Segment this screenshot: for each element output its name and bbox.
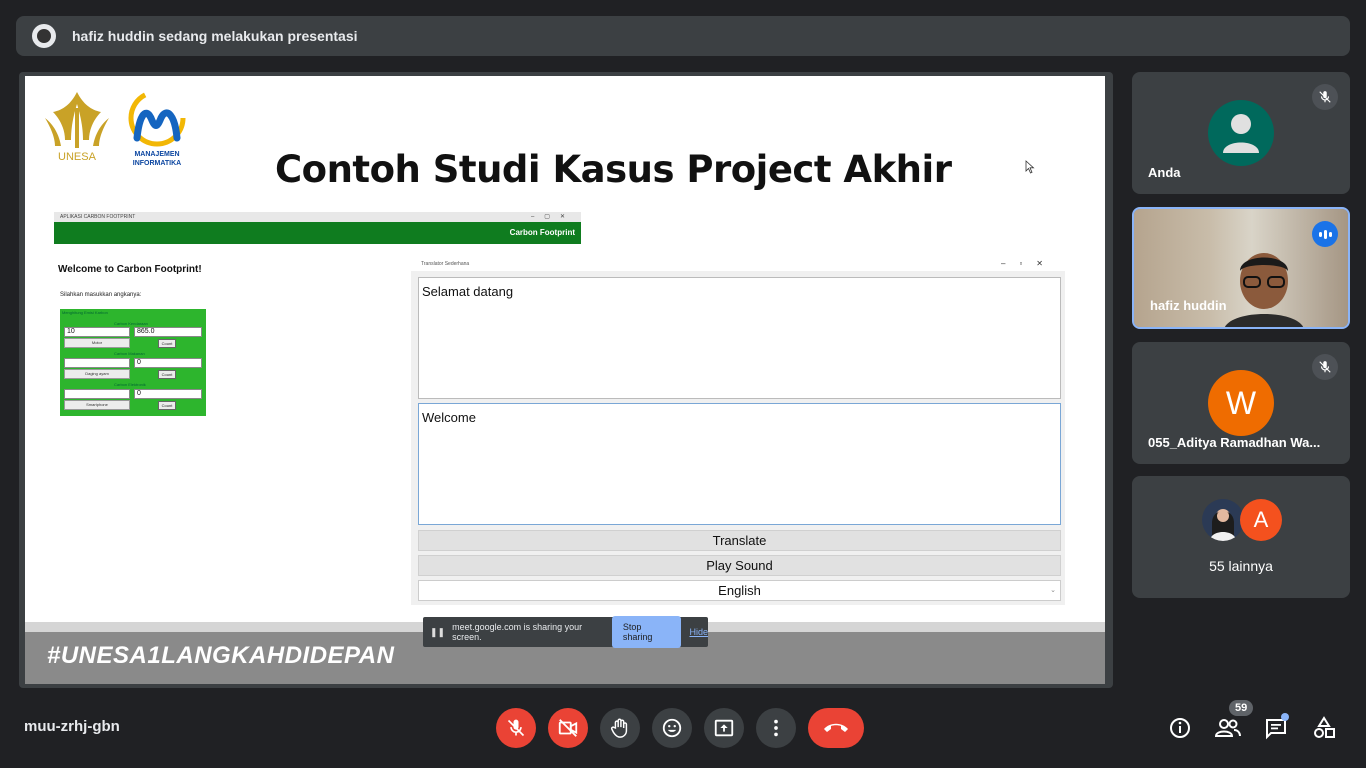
stop-sharing-button[interactable]: Stop sharing [611,616,682,648]
people-button[interactable] [1214,714,1242,742]
presenter-banner: hafiz huddin sedang melakukan presentasi [16,16,1350,56]
mic-off-icon [1312,84,1338,110]
language-select-value: English [718,583,761,598]
reactions-button[interactable] [652,708,692,748]
slide-footer-hashtag: #UNESA1LANGKAHDIDEPAN [47,642,395,669]
present-screen-icon [714,719,734,737]
carbon-app-header: Carbon Footprint [54,222,581,244]
activities-icon [1314,716,1335,738]
participant-video-person [1225,253,1303,327]
window-controls-icon[interactable]: –▫✕ [1001,257,1057,271]
participant-name: Anda [1148,165,1181,180]
mic-off-icon [1312,354,1338,380]
elektronik-result[interactable]: 0 [134,389,202,399]
leave-call-button[interactable] [808,708,864,748]
carbon-panel-title: Menghitung Emisi Karbon [62,310,108,315]
avatar: W [1208,370,1274,436]
participant-count-badge: 59 [1229,700,1254,716]
participant-tile-self[interactable]: Anda [1132,72,1350,194]
meeting-code: muu-zrhj-gbn [24,718,120,735]
translator-input-box[interactable]: Selamat datang [418,277,1061,399]
presenter-banner-text: hafiz huddin sedang melakukan presentasi [72,28,358,44]
mi-logo-line2: INFORMATIKA [133,160,181,167]
elektronik-select[interactable]: Smartphone [64,400,130,410]
language-select[interactable]: English ⌄ [418,580,1061,601]
carbon-app-window-title: APLIKASI CARBON FOOTPRINT [60,214,136,220]
mic-off-icon [507,719,525,737]
translator-window-title: Translator Sederhana [421,261,470,267]
elektronik-label: Carbon Elektronik [114,382,146,387]
participant-tile-presenter[interactable]: hafiz huddin [1132,207,1350,329]
people-icon [1215,719,1241,737]
slide-title: Contoh Studi Kasus Project Akhir [275,148,952,191]
kendaraan-result[interactable]: 865.0 [134,327,202,337]
share-message: meet.google.com is sharing your screen. [452,622,583,642]
avatar [1202,499,1244,541]
kendaraan-count-button[interactable]: Count [158,339,176,348]
manajemen-informatika-logo: MANAJEMEN INFORMATIKA [128,89,186,167]
kendaraan-select[interactable]: Motor [64,338,130,348]
hide-share-bar-link[interactable]: Hide [689,627,708,637]
participant-name: 055_Aditya Ramadhan Wa... [1148,435,1321,450]
screen-share-bar: ❚❚ meet.google.com is sharing your scree… [423,616,708,648]
shared-screen-slide: UNESA MANAJEMEN INFORMATIKA Contoh Studi… [25,76,1105,684]
carbon-app-titlebar: APLIKASI CARBON FOOTPRINT –▢✕ [54,212,581,222]
participant-tile[interactable]: W 055_Aditya Ramadhan Wa... [1132,342,1350,464]
present-screen-button[interactable] [704,708,744,748]
translator-window: Translator Sederhana –▫✕ Selamat datang … [411,257,1065,605]
chevron-down-icon: ⌄ [1050,587,1056,594]
carbon-prompt-text: Silahkan masukkan angkanya: [60,292,142,298]
mi-logo-line1: MANAJEMEN [134,151,179,158]
speaking-indicator-icon [1312,221,1338,247]
camera-off-icon [558,719,578,737]
participant-name: 55 lainnya [1209,558,1273,574]
unesa-logo-text: UNESA [58,151,97,163]
makanan-input[interactable] [64,358,130,368]
raise-hand-button[interactable] [600,708,640,748]
translator-titlebar: Translator Sederhana –▫✕ [411,257,1065,271]
participant-tile-others[interactable]: A 55 lainnya [1132,476,1350,598]
makanan-select[interactable]: Daging ayam [64,369,130,379]
emoji-icon [662,718,682,738]
makanan-count-button[interactable]: Count [158,370,176,379]
makanan-label: Carbon Makanan [114,351,145,356]
translator-output-box[interactable]: Welcome [418,403,1061,525]
kendaraan-input[interactable]: 10 [64,327,130,337]
avatar: A [1240,499,1282,541]
chat-notification-dot [1281,713,1289,721]
kendaraan-label: Carbon Kendaraan [114,321,148,326]
info-icon [1170,718,1190,738]
makanan-result[interactable]: 0 [134,358,202,368]
presenter-avatar [32,24,56,48]
activities-button[interactable] [1310,714,1338,742]
avatar [1208,100,1274,166]
elektronik-count-button[interactable]: Count [158,401,176,410]
carbon-welcome-text: Welcome to Carbon Footprint! [58,264,202,275]
more-vert-icon [774,719,778,737]
mouse-cursor-icon [1025,160,1035,174]
carbon-calc-panel: Menghitung Emisi Karbon Carbon Kendaraan… [60,309,206,416]
microphone-toggle-button[interactable] [496,708,536,748]
unesa-logo: UNESA [45,92,109,163]
elektronik-input[interactable] [64,389,130,399]
meeting-details-button[interactable] [1166,714,1194,742]
camera-toggle-button[interactable] [548,708,588,748]
translate-button[interactable]: Translate [418,530,1061,551]
hang-up-icon [824,723,848,732]
pause-icon: ❚❚ [430,626,446,637]
participant-name: hafiz huddin [1150,298,1227,313]
more-options-button[interactable] [756,708,796,748]
hand-icon [611,718,628,738]
window-controls-icon: –▢✕ [530,214,575,220]
play-sound-button[interactable]: Play Sound [418,555,1061,576]
